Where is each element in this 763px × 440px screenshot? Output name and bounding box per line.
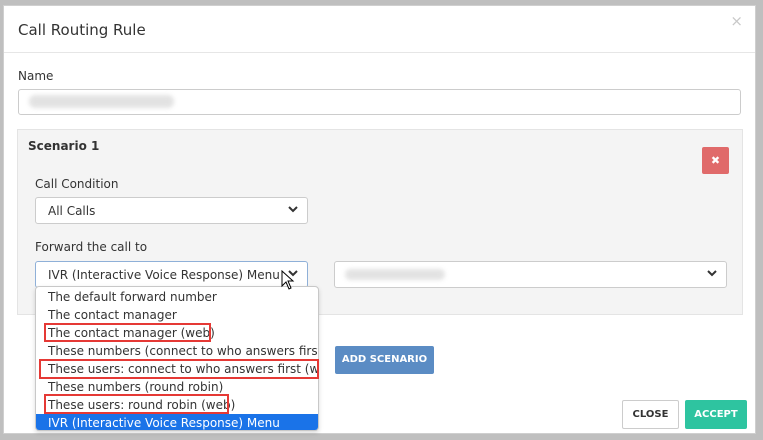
redacted-ivr-value bbox=[345, 269, 445, 280]
ivr-menu-select[interactable] bbox=[334, 261, 727, 288]
scenario-title: Scenario 1 bbox=[28, 139, 100, 153]
forward-label: Forward the call to bbox=[35, 240, 148, 254]
dropdown-option[interactable]: These users: connect to who answers firs… bbox=[36, 360, 318, 378]
dropdown-option[interactable]: The contact manager bbox=[36, 306, 318, 324]
name-label: Name bbox=[18, 69, 54, 83]
accept-button[interactable]: ACCEPT bbox=[685, 400, 747, 429]
dropdown-option[interactable]: The contact manager (web) bbox=[36, 324, 318, 342]
call-condition-select[interactable]: All Calls bbox=[35, 197, 308, 224]
mouse-cursor-icon bbox=[281, 270, 295, 290]
dropdown-option[interactable]: These users: round robin (web) bbox=[36, 396, 318, 414]
chevron-down-icon bbox=[288, 206, 298, 213]
close-icon[interactable]: × bbox=[730, 14, 743, 29]
dropdown-option[interactable]: The default forward number bbox=[36, 288, 318, 306]
dialog-header: Call Routing Rule × bbox=[4, 6, 755, 53]
dialog-title: Call Routing Rule bbox=[18, 21, 146, 39]
chevron-down-icon bbox=[707, 270, 717, 277]
add-scenario-button[interactable]: ADD SCENARIO bbox=[335, 346, 434, 374]
redacted-name-value bbox=[29, 95, 174, 108]
dropdown-option[interactable]: These numbers (round robin) bbox=[36, 378, 318, 396]
close-button[interactable]: CLOSE bbox=[622, 400, 679, 429]
name-input[interactable] bbox=[18, 89, 741, 115]
forward-value: IVR (Interactive Voice Response) Menu bbox=[48, 268, 280, 282]
forward-dropdown-list: The default forward number The contact m… bbox=[35, 286, 319, 431]
remove-icon: ✖ bbox=[710, 154, 721, 167]
dropdown-option-selected[interactable]: IVR (Interactive Voice Response) Menu bbox=[36, 414, 318, 430]
call-condition-label: Call Condition bbox=[35, 177, 119, 191]
remove-scenario-button[interactable]: ✖ bbox=[702, 147, 729, 174]
call-condition-value: All Calls bbox=[48, 204, 96, 218]
forward-select[interactable]: IVR (Interactive Voice Response) Menu bbox=[35, 261, 308, 288]
dropdown-option[interactable]: These numbers (connect to who answers fi… bbox=[36, 342, 318, 360]
